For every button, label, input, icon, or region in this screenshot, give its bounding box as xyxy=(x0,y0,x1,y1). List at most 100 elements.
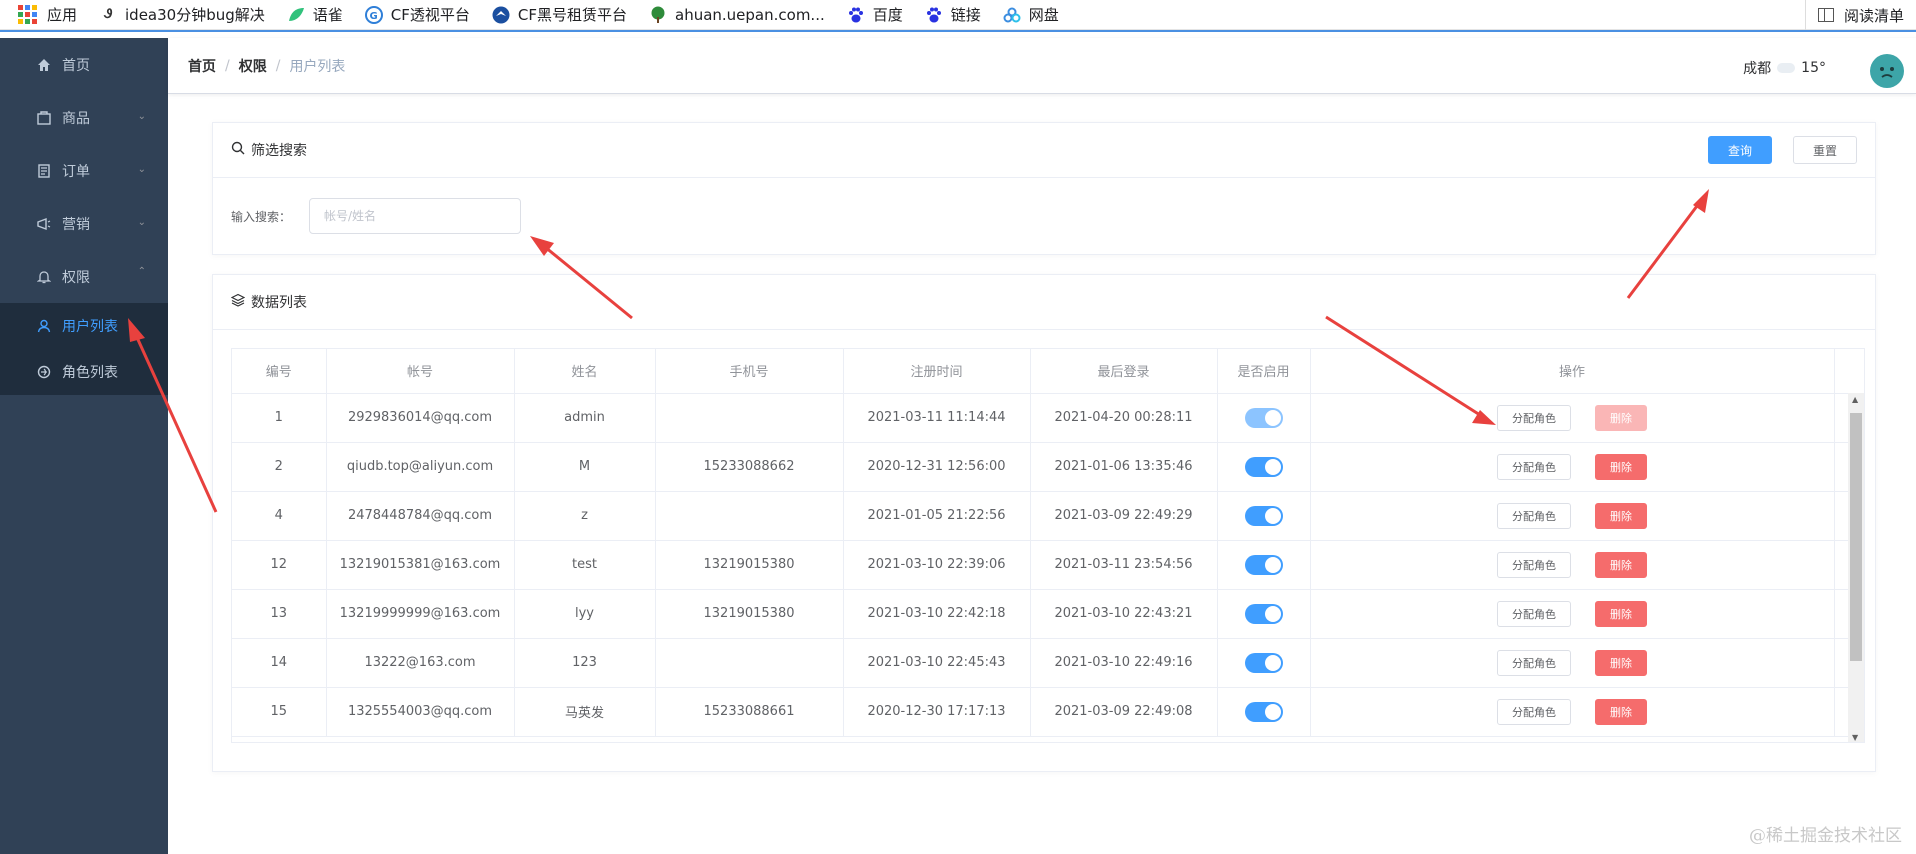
cell-enabled xyxy=(1217,442,1311,492)
delete-button: 删除 xyxy=(1595,404,1647,431)
tree-icon xyxy=(649,6,667,24)
bookmark-cf-rent[interactable]: CF黑号租赁平台 xyxy=(492,4,627,25)
bookmark-ahuan[interactable]: ahuan.uepan.com... xyxy=(649,6,825,24)
column-header-id: 编号 xyxy=(232,349,327,394)
sidebar-item-order[interactable]: 订单 ⌄ xyxy=(0,144,168,197)
cell-registered: 2021-03-11 11:14:44 xyxy=(843,393,1031,443)
cell-last-login: 2021-04-20 00:28:11 xyxy=(1030,393,1218,443)
bookmark-idea[interactable]: Ꮽ idea30分钟bug解决 xyxy=(99,4,265,25)
data-list-header: 数据列表 xyxy=(213,275,1875,330)
cell-registered: 2021-03-10 22:42:18 xyxy=(843,589,1031,639)
weather-temperature: 15° xyxy=(1801,60,1826,76)
search-input[interactable] xyxy=(309,198,521,234)
sidebar-item-role-list[interactable]: 角色列表 xyxy=(0,349,168,395)
delete-button[interactable]: 删除 xyxy=(1595,600,1647,627)
sidebar-item-permission[interactable]: 权限 ⌃ xyxy=(0,250,168,303)
bookmark-label: 链接 xyxy=(950,6,981,24)
assign-role-button[interactable]: 分配角色 xyxy=(1497,453,1571,480)
cell-enabled xyxy=(1217,638,1311,688)
cell-phone xyxy=(655,393,844,443)
bookmark-label: idea30分钟bug解决 xyxy=(125,6,265,24)
bookmark-yuque[interactable]: 语雀 xyxy=(287,4,343,25)
sidebar-item-home[interactable]: 首页 xyxy=(0,38,168,91)
delete-button[interactable]: 删除 xyxy=(1595,453,1647,480)
chevron-down-icon: ⌄ xyxy=(137,164,146,175)
cell-last-login: 2021-03-10 22:49:16 xyxy=(1030,638,1218,688)
permission-submenu: 用户列表 角色列表 xyxy=(0,303,168,395)
table-row: 13 13219999999@163.com lyy 13219015380 2021-… xyxy=(232,589,1850,639)
table-scrollbar[interactable]: ▲ ▼ xyxy=(1848,393,1864,742)
delete-button[interactable]: 删除 xyxy=(1595,698,1647,725)
assign-role-button[interactable]: 分配角色 xyxy=(1497,551,1571,578)
delete-button[interactable]: 删除 xyxy=(1595,649,1647,676)
cell-phone xyxy=(655,491,844,541)
breadcrumb-separator: / xyxy=(275,57,281,74)
cell-last-login: 2021-03-09 22:49:29 xyxy=(1030,491,1218,541)
cell-registered: 2020-12-30 17:17:13 xyxy=(843,687,1031,737)
bookmarks-bar: 应用 Ꮽ idea30分钟bug解决 语雀 G CF透视平台 CF黑号租赁平台 … xyxy=(0,0,1916,30)
assign-role-button[interactable]: 分配角色 xyxy=(1497,649,1571,676)
user-table: 编号 帐号 姓名 手机号 注册时间 最后登录 是否启用 操作 1 29298360… xyxy=(231,348,1865,743)
query-button[interactable]: 查询 xyxy=(1708,136,1772,164)
cell-name: M xyxy=(514,442,656,492)
sidebar-item-marketing[interactable]: 营销 ⌄ xyxy=(0,197,168,250)
data-list-card: 数据列表 编号 帐号 姓名 手机号 注册时间 最后登录 是否启用 操作 1 29… xyxy=(212,274,1876,772)
reading-list-button[interactable]: 阅读清单 xyxy=(1804,0,1904,30)
column-header-gutter xyxy=(1834,349,1850,394)
sidebar-item-goods[interactable]: 商品 ⌄ xyxy=(0,91,168,144)
cell-enabled xyxy=(1217,589,1311,639)
weather-city: 成都 xyxy=(1743,61,1772,77)
cf-icon: G xyxy=(364,5,383,24)
delete-button[interactable]: 删除 xyxy=(1595,502,1647,529)
cell-name: z xyxy=(514,491,656,541)
reset-button[interactable]: 重置 xyxy=(1793,136,1857,164)
cell-last-login: 2021-01-06 13:35:46 xyxy=(1030,442,1218,492)
cell-name: lyy xyxy=(514,589,656,639)
bookmark-netdisk[interactable]: 网盘 xyxy=(1003,4,1059,25)
assign-role-button[interactable]: 分配角色 xyxy=(1497,502,1571,529)
cell-account: 13219015381@163.com xyxy=(326,540,515,590)
table-header-row: 编号 帐号 姓名 手机号 注册时间 最后登录 是否启用 操作 xyxy=(232,349,1850,394)
breadcrumb-home[interactable]: 首页 xyxy=(188,56,216,76)
cell-enabled xyxy=(1217,393,1311,443)
table-body: 1 2929836014@qq.com admin 2021-03-11 11:14:… xyxy=(232,393,1850,737)
cell-registered: 2021-03-10 22:45:43 xyxy=(843,638,1031,688)
assign-role-button[interactable]: 分配角色 xyxy=(1497,404,1571,431)
assign-role-button[interactable]: 分配角色 xyxy=(1497,698,1571,725)
breadcrumb-current: 用户列表 xyxy=(289,58,346,75)
table-row: 12 13219015381@163.com test 13219015380 2021… xyxy=(232,540,1850,590)
bookmark-apps[interactable]: 应用 xyxy=(18,4,77,25)
delete-button[interactable]: 删除 xyxy=(1595,551,1647,578)
cell-phone: 15233088662 xyxy=(655,442,844,492)
chevron-up-icon: ⌃ xyxy=(137,266,146,277)
enabled-toggle[interactable] xyxy=(1244,603,1283,624)
cell-name: test xyxy=(514,540,656,590)
avatar[interactable] xyxy=(1870,54,1904,88)
enabled-toggle[interactable] xyxy=(1244,505,1283,526)
assign-role-button[interactable]: 分配角色 xyxy=(1497,600,1571,627)
baidu-paw-icon xyxy=(847,6,865,24)
cell-last-login: 2021-03-10 22:43:21 xyxy=(1030,589,1218,639)
cell-account: 13219999999@163.com xyxy=(326,589,515,639)
cell-account: 1325554003@qq.com xyxy=(326,687,515,737)
column-header-name: 姓名 xyxy=(514,349,656,394)
cell-enabled xyxy=(1217,491,1311,541)
enabled-toggle[interactable] xyxy=(1244,652,1283,673)
bookmark-baidu[interactable]: 百度 xyxy=(847,4,903,25)
sidebar-item-user-list[interactable]: 用户列表 xyxy=(0,303,168,349)
scroll-down-icon[interactable]: ▼ xyxy=(1852,733,1858,742)
enabled-toggle[interactable] xyxy=(1244,554,1283,575)
breadcrumb-permission[interactable]: 权限 xyxy=(239,56,267,76)
watermark: @稀土掘金技术社区 xyxy=(1749,826,1902,846)
bookmark-links[interactable]: 链接 xyxy=(925,4,981,25)
cell-registered: 2020-12-31 12:56:00 xyxy=(843,442,1031,492)
column-header-actions: 操作 xyxy=(1310,349,1835,394)
weather-widget: 成都 15° xyxy=(1743,58,1826,78)
scroll-up-icon[interactable]: ▲ xyxy=(1852,395,1858,404)
enabled-toggle[interactable] xyxy=(1244,456,1283,477)
cloud-disk-icon xyxy=(1003,6,1021,24)
enabled-toggle[interactable] xyxy=(1244,701,1283,722)
scrollbar-thumb[interactable] xyxy=(1850,413,1862,661)
cell-last-login: 2021-03-09 22:49:08 xyxy=(1030,687,1218,737)
bookmark-cf[interactable]: G CF透视平台 xyxy=(364,4,470,25)
